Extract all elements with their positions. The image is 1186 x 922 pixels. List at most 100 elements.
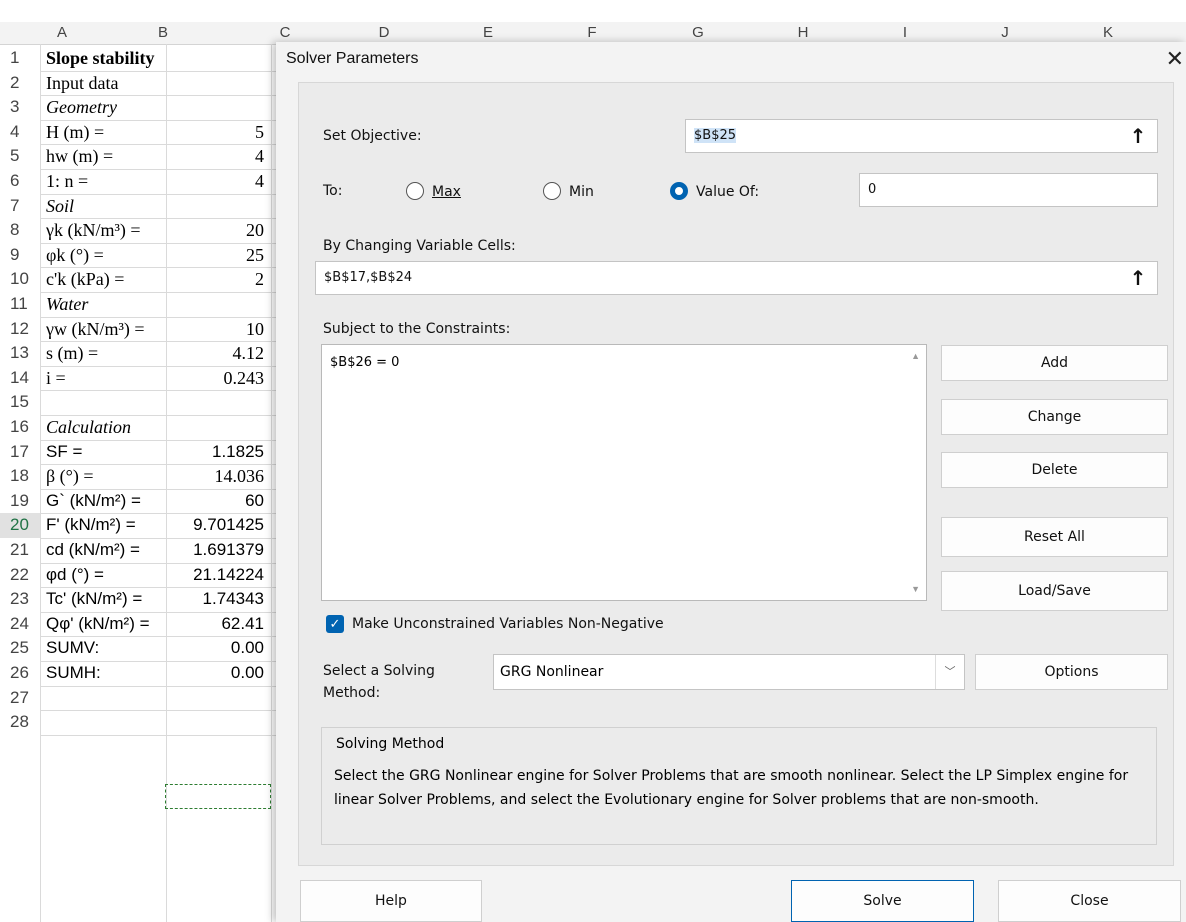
- cell-a[interactable]: Calculation: [40, 415, 166, 440]
- row-number[interactable]: 26: [0, 661, 40, 686]
- cell-b[interactable]: 0.00: [166, 636, 270, 661]
- cell-b[interactable]: 25: [166, 243, 270, 268]
- cell-a[interactable]: Tc' (kN/m²) =: [40, 587, 166, 612]
- nonnegative-checkbox[interactable]: ✓: [326, 615, 344, 633]
- change-button[interactable]: Change: [941, 399, 1168, 435]
- cell-a[interactable]: SUMV:: [40, 636, 166, 661]
- cell-b[interactable]: 4: [166, 169, 270, 194]
- column-header-j[interactable]: J: [965, 22, 1045, 44]
- row-number[interactable]: 24: [0, 612, 40, 637]
- row-number[interactable]: 27: [0, 686, 40, 711]
- row-number[interactable]: 18: [0, 464, 40, 489]
- cell-b[interactable]: 14.036: [166, 464, 270, 489]
- chevron-down-icon[interactable]: ﹀: [935, 655, 964, 689]
- cell-a[interactable]: [40, 686, 166, 711]
- cell-b[interactable]: [166, 194, 270, 219]
- column-header-g[interactable]: G: [658, 22, 738, 44]
- cell-b[interactable]: 62.41: [166, 612, 270, 637]
- cell-a[interactable]: F' (kN/m²) =: [40, 513, 166, 538]
- cell-a[interactable]: hw (m) =: [40, 144, 166, 169]
- changing-cells-input[interactable]: $B$17,$B$24 ↑: [315, 261, 1158, 295]
- scroll-down-icon[interactable]: ▼: [911, 584, 920, 594]
- row-number[interactable]: 11: [0, 292, 40, 317]
- cell-b[interactable]: 10: [166, 317, 270, 342]
- row-number[interactable]: 13: [0, 341, 40, 366]
- row-number[interactable]: 2: [0, 71, 40, 96]
- collapse-reference-icon[interactable]: ↑: [1125, 265, 1151, 291]
- row-number[interactable]: 6: [0, 169, 40, 194]
- cell-a[interactable]: φd (°) =: [40, 563, 166, 588]
- reset-all-button[interactable]: Reset All: [941, 517, 1168, 557]
- row-number[interactable]: 23: [0, 587, 40, 612]
- cell-a[interactable]: H (m) =: [40, 120, 166, 145]
- row-number[interactable]: 5: [0, 144, 40, 169]
- cell-b[interactable]: 21.14224: [166, 563, 270, 588]
- row-number[interactable]: 3: [0, 95, 40, 120]
- row-number[interactable]: 20: [0, 513, 40, 538]
- solving-method-select[interactable]: GRG Nonlinear ﹀: [493, 654, 965, 690]
- value-of-input[interactable]: 0: [859, 173, 1158, 207]
- row-number[interactable]: 7: [0, 194, 40, 219]
- cell-a[interactable]: [40, 710, 166, 735]
- cell-b[interactable]: [166, 95, 270, 120]
- cell-a[interactable]: SUMH:: [40, 661, 166, 686]
- cell-b[interactable]: [166, 292, 270, 317]
- cell-b[interactable]: [166, 46, 270, 71]
- column-header-d[interactable]: D: [344, 22, 424, 44]
- column-header-e[interactable]: E: [448, 22, 528, 44]
- cell-b[interactable]: 1.1825: [166, 440, 270, 465]
- row-number[interactable]: 16: [0, 415, 40, 440]
- delete-button[interactable]: Delete: [941, 452, 1168, 488]
- row-number[interactable]: 10: [0, 267, 40, 292]
- radio-min[interactable]: [543, 182, 561, 200]
- cell-a[interactable]: Input data: [40, 71, 166, 96]
- cell-b[interactable]: [166, 686, 270, 711]
- options-button[interactable]: Options: [975, 654, 1168, 690]
- radio-max[interactable]: [406, 182, 424, 200]
- cell-a[interactable]: [40, 390, 166, 415]
- row-number[interactable]: 14: [0, 366, 40, 391]
- cell-b[interactable]: [166, 71, 270, 96]
- cell-a[interactable]: Geometry: [40, 95, 166, 120]
- cell-a[interactable]: Soil: [40, 194, 166, 219]
- cell-b[interactable]: 4: [166, 144, 270, 169]
- cell-a[interactable]: γw (kN/m³) =: [40, 317, 166, 342]
- cell-a[interactable]: Qφ' (kN/m²) =: [40, 612, 166, 637]
- constraint-item[interactable]: $B$26 = 0: [330, 355, 399, 370]
- column-header-a[interactable]: A: [22, 22, 102, 44]
- close-icon[interactable]: ✕: [1166, 46, 1184, 72]
- cell-a[interactable]: 1: n =: [40, 169, 166, 194]
- row-number[interactable]: 15: [0, 390, 40, 415]
- collapse-reference-icon[interactable]: ↑: [1125, 123, 1151, 149]
- close-button[interactable]: Close: [998, 880, 1181, 922]
- cell-b[interactable]: 1.691379: [166, 538, 270, 563]
- solve-button[interactable]: Solve: [791, 880, 974, 922]
- load-save-button[interactable]: Load/Save: [941, 571, 1168, 611]
- cell-a[interactable]: γk (kN/m³) =: [40, 218, 166, 243]
- cell-b[interactable]: 9.701425: [166, 513, 270, 538]
- column-header-f[interactable]: F: [552, 22, 632, 44]
- row-number[interactable]: 28: [0, 710, 40, 735]
- cell-b[interactable]: 20: [166, 218, 270, 243]
- cell-b[interactable]: 0.243: [166, 366, 270, 391]
- row-number[interactable]: 22: [0, 563, 40, 588]
- cell-a[interactable]: β (°) =: [40, 464, 166, 489]
- column-header-k[interactable]: K: [1068, 22, 1148, 44]
- row-number[interactable]: 12: [0, 317, 40, 342]
- cell-a[interactable]: φk (°) =: [40, 243, 166, 268]
- cell-a[interactable]: G` (kN/m²) =: [40, 489, 166, 514]
- cell-b[interactable]: 4.12: [166, 341, 270, 366]
- cell-a[interactable]: s (m) =: [40, 341, 166, 366]
- cell-a[interactable]: cd (kN/m²) =: [40, 538, 166, 563]
- cell-b[interactable]: 5: [166, 120, 270, 145]
- help-button[interactable]: Help: [300, 880, 482, 922]
- objective-input[interactable]: $B$25 ↑: [685, 119, 1158, 153]
- row-number[interactable]: 17: [0, 440, 40, 465]
- row-number[interactable]: 21: [0, 538, 40, 563]
- row-number[interactable]: 8: [0, 218, 40, 243]
- row-number[interactable]: 1: [0, 46, 40, 71]
- cell-b[interactable]: [166, 390, 270, 415]
- cell-a[interactable]: c'k (kPa) =: [40, 267, 166, 292]
- add-button[interactable]: Add: [941, 345, 1168, 381]
- scroll-up-icon[interactable]: ▲: [911, 351, 920, 361]
